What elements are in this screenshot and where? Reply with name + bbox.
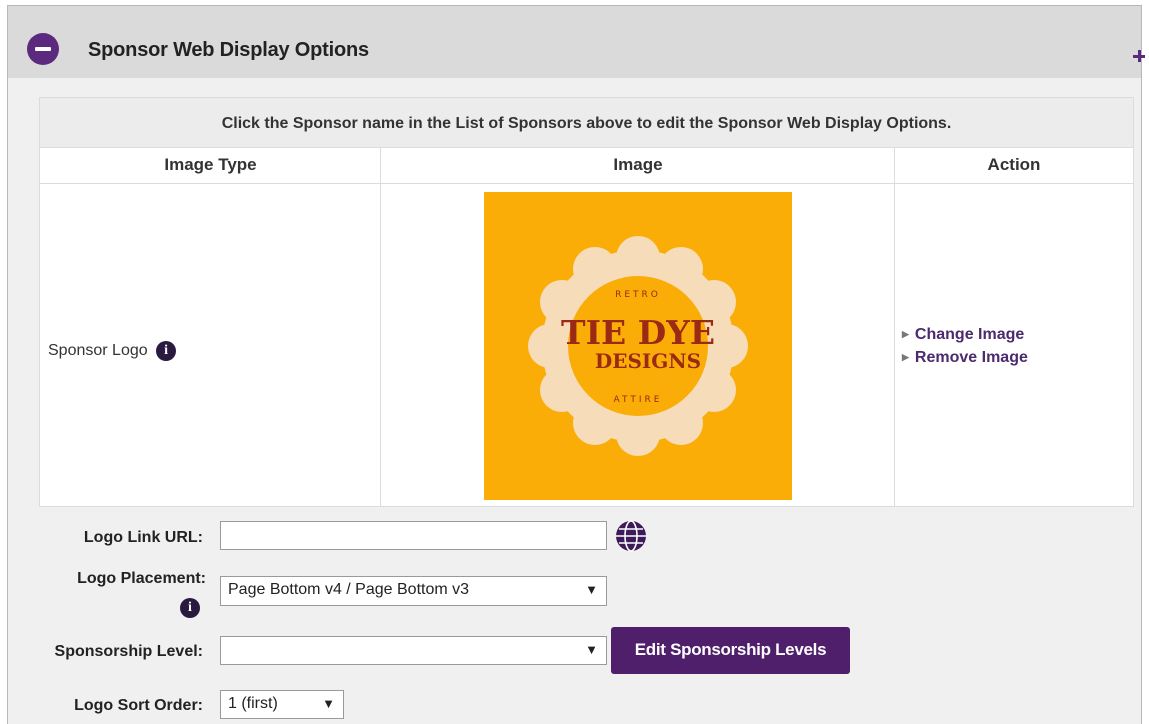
column-header-image-type: Image Type	[40, 148, 381, 184]
sponsorship-level-label: Sponsorship Level:	[54, 643, 203, 660]
info-icon[interactable]: i	[156, 341, 177, 361]
logo-link-label: Logo Link URL:	[83, 529, 203, 546]
sponsorship-level-select[interactable]: ▼	[220, 636, 607, 665]
pin-icon[interactable]	[1133, 50, 1145, 62]
column-divider	[894, 148, 895, 506]
chevron-down-icon: ▼	[585, 582, 598, 597]
image-type-label: Sponsor Logo	[48, 342, 148, 360]
logo-sub-text: DESIGNS	[595, 349, 701, 373]
sort-order-select[interactable]: 1 (first) ▼	[220, 690, 344, 719]
column-header-image: Image	[381, 148, 895, 184]
change-image-label: Change Image	[914, 326, 1025, 343]
change-image-link[interactable]: ▶ Change Image	[902, 326, 1024, 344]
logo-graphic: RETRO TIE DYE DESIGNS ATTIRE	[528, 236, 748, 456]
sort-order-label: Logo Sort Order:	[74, 697, 203, 714]
column-header-action: Action	[895, 148, 1133, 184]
panel-header[interactable]: Sponsor Web Display Options	[8, 6, 1145, 78]
globe-graphic	[616, 520, 646, 552]
logo-placement-select[interactable]: Page Bottom v4 / Page Bottom v3 ▼	[220, 576, 607, 606]
remove-image-label: Remove Image	[914, 349, 1028, 366]
table-notice: Click the Sponsor name in the List of Sp…	[40, 98, 1133, 148]
logo-top-text: RETRO	[615, 290, 661, 300]
sort-order-value: 1 (first)	[228, 695, 278, 712]
logo-link-input[interactable]	[220, 521, 607, 550]
sponsor-logo-image: RETRO TIE DYE DESIGNS ATTIRE	[484, 192, 792, 500]
info-icon[interactable]: i	[180, 598, 200, 618]
chevron-down-icon: ▼	[322, 696, 335, 711]
logo-main-text: TIE DYE	[561, 313, 715, 352]
logo-placement-value: Page Bottom v4 / Page Bottom v3	[228, 581, 470, 598]
table-row-image-type: Sponsor Logo i	[48, 341, 177, 361]
chevron-down-icon: ▼	[585, 642, 598, 657]
arrow-right-icon: ▶	[902, 329, 909, 339]
sponsor-image-table: Click the Sponsor name in the List of Sp…	[39, 97, 1134, 507]
collapse-icon[interactable]	[27, 33, 59, 65]
logo-placement-label: Logo Placement:	[77, 570, 206, 587]
panel-title: Sponsor Web Display Options	[88, 39, 369, 61]
logo-bottom-text: ATTIRE	[614, 395, 663, 405]
arrow-right-icon: ▶	[902, 352, 909, 362]
column-divider	[380, 148, 381, 506]
remove-image-link[interactable]: ▶ Remove Image	[902, 349, 1028, 367]
globe-icon[interactable]	[615, 520, 647, 552]
edit-sponsorship-levels-button[interactable]: Edit Sponsorship Levels	[611, 627, 850, 674]
